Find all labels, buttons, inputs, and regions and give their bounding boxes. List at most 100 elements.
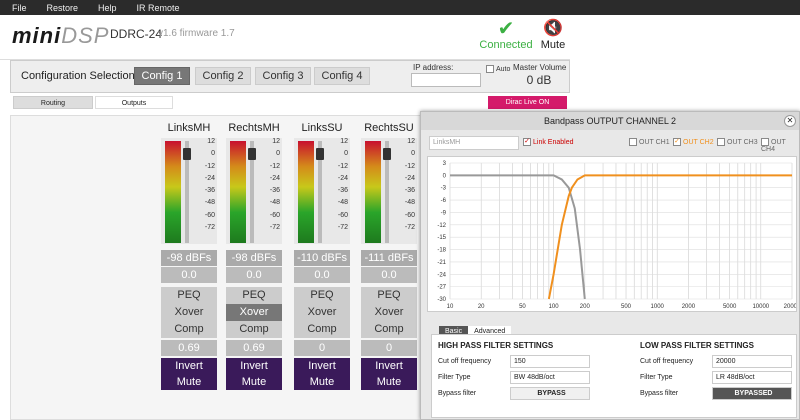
channel-strip: RechtsMH 12 0 -12 -24 -36 -48 -60 -72 -98 dBFs … bbox=[226, 122, 282, 390]
hp-bypass-button[interactable]: BYPASS bbox=[510, 387, 590, 400]
lp-filter-type-select[interactable]: LR 48dB/oct bbox=[712, 371, 792, 384]
gain-slider-handle[interactable] bbox=[248, 148, 256, 160]
xover-button[interactable]: Xover bbox=[161, 304, 217, 321]
filter-settings: HIGH PASS FILTER SETTINGS Cut off freque… bbox=[431, 334, 797, 418]
channel-mute-button[interactable]: Mute bbox=[361, 374, 417, 390]
channel-panel: LinksMH 12 0 -12 -24 -36 -48 -60 -72 -98 dBFs 0… bbox=[10, 115, 430, 420]
link-enabled-checkbox[interactable]: ✓ Link Enabled bbox=[523, 138, 573, 146]
menu-ir-remote[interactable]: IR Remote bbox=[137, 3, 180, 13]
channel-mute-button[interactable]: Mute bbox=[294, 374, 350, 390]
level-meter: 12 0 -12 -24 -36 -48 -60 -72 bbox=[294, 138, 350, 244]
comp-button[interactable]: Comp bbox=[294, 321, 350, 338]
firmware-version: v1.6 firmware 1.7 bbox=[158, 28, 235, 39]
level-meter: 12 0 -12 -24 -36 -48 -60 -72 bbox=[161, 138, 217, 244]
comp-button[interactable]: Comp bbox=[361, 321, 417, 338]
level-meter: 12 0 -12 -24 -36 -48 -60 -72 bbox=[226, 138, 282, 244]
peq-button[interactable]: PEQ bbox=[294, 287, 350, 304]
delay-input[interactable]: 0.69 bbox=[226, 340, 282, 356]
menu-file[interactable]: File bbox=[12, 3, 27, 13]
config-4-button[interactable]: Config 4 bbox=[314, 67, 370, 85]
out-ch1-checkbox[interactable]: OUT CH1 bbox=[629, 138, 670, 146]
channel-mute-button[interactable]: Mute bbox=[161, 374, 217, 390]
y-tick-label: -27 bbox=[437, 285, 446, 291]
master-volume-label: Master Volume bbox=[513, 63, 567, 72]
xover-button[interactable]: Xover bbox=[294, 304, 350, 321]
meter-scale: 12 0 -12 -24 -36 -48 -60 -72 bbox=[204, 138, 215, 232]
check-icon: ✔ bbox=[497, 18, 515, 40]
channel-strip: LinksSU 12 0 -12 -24 -36 -48 -60 -72 -110 dBFs … bbox=[294, 122, 350, 390]
gain-input[interactable]: 0.0 bbox=[161, 267, 217, 283]
hp-filter-type-select[interactable]: BW 48dB/oct bbox=[510, 371, 590, 384]
auto-checkbox[interactable]: Auto bbox=[486, 65, 510, 73]
menu-restore[interactable]: Restore bbox=[47, 3, 79, 13]
x-tick-label: 10000 bbox=[752, 304, 769, 310]
close-icon[interactable]: ✕ bbox=[784, 115, 796, 127]
invert-button[interactable]: Invert bbox=[226, 358, 282, 374]
lp-bypass-button[interactable]: BYPASSED bbox=[712, 387, 792, 400]
x-tick-label: 100 bbox=[549, 304, 560, 310]
hp-cutoff-input[interactable]: 150 bbox=[510, 355, 590, 368]
meter-scale: 12 0 -12 -24 -36 -48 -60 -72 bbox=[404, 138, 415, 232]
gain-input[interactable]: 0.0 bbox=[226, 267, 282, 283]
channel-strip: LinksMH 12 0 -12 -24 -36 -48 -60 -72 -98 dBFs 0… bbox=[161, 122, 217, 390]
master-volume-value[interactable]: 0 dB bbox=[511, 73, 567, 87]
app-header: miniDSP DDRC-24 v1.6 firmware 1.7 ✔ Conn… bbox=[0, 15, 570, 60]
out-ch2-checkbox[interactable]: ✓ OUT CH2 bbox=[673, 138, 714, 146]
config-panel: Configuration Selection: Config 1 Config… bbox=[10, 60, 570, 93]
meter-bar bbox=[298, 141, 314, 243]
x-tick-label: 20 bbox=[478, 304, 485, 310]
gain-slider-handle[interactable] bbox=[316, 148, 324, 160]
ip-label: IP address: bbox=[413, 63, 454, 72]
invert-button[interactable]: Invert bbox=[294, 358, 350, 374]
checkbox-icon bbox=[717, 138, 725, 146]
gain-input[interactable]: 0.0 bbox=[361, 267, 417, 283]
out-ch3-checkbox[interactable]: OUT CH3 bbox=[717, 138, 758, 146]
invert-button[interactable]: Invert bbox=[361, 358, 417, 374]
config-3-button[interactable]: Config 3 bbox=[255, 67, 311, 85]
comp-button[interactable]: Comp bbox=[161, 321, 217, 338]
channel-name: LinksMH bbox=[167, 122, 211, 134]
comp-button[interactable]: Comp bbox=[226, 321, 282, 338]
invert-button[interactable]: Invert bbox=[161, 358, 217, 374]
config-1-button[interactable]: Config 1 bbox=[134, 67, 190, 85]
dirac-live-button[interactable]: Dirac Live ON bbox=[488, 96, 567, 109]
field-label: Filter Type bbox=[438, 374, 471, 381]
peq-button[interactable]: PEQ bbox=[361, 287, 417, 304]
speaker-mute-icon: 🔇 bbox=[543, 20, 563, 37]
xover-button[interactable]: Xover bbox=[226, 304, 282, 321]
y-tick-label: -9 bbox=[441, 210, 447, 216]
xover-button[interactable]: Xover bbox=[361, 304, 417, 321]
tab-outputs[interactable]: Outputs bbox=[95, 96, 173, 109]
peq-button[interactable]: PEQ bbox=[226, 287, 282, 304]
ip-address-input[interactable] bbox=[411, 73, 481, 87]
level-meter: 12 0 -12 -24 -36 -48 -60 -72 bbox=[361, 138, 417, 244]
delay-input[interactable]: 0 bbox=[361, 340, 417, 356]
mute-button[interactable]: 🔇 Mute bbox=[536, 19, 570, 51]
x-tick-label: 200 bbox=[580, 304, 591, 310]
field-label: Bypass filter bbox=[640, 390, 679, 397]
section-title: HIGH PASS FILTER SETTINGS bbox=[438, 341, 554, 350]
delay-input[interactable]: 0.69 bbox=[161, 340, 217, 356]
lp-cutoff-input[interactable]: 20000 bbox=[712, 355, 792, 368]
field-label: Bypass filter bbox=[438, 390, 477, 397]
gain-slider-handle[interactable] bbox=[183, 148, 191, 160]
tab-routing[interactable]: Routing bbox=[13, 96, 93, 109]
dbfs-readout: -98 dBFs bbox=[226, 250, 282, 266]
dbfs-readout: -110 dBFs bbox=[294, 250, 350, 266]
view-tabs: Routing Outputs Dirac Live ON bbox=[10, 96, 570, 110]
channel-mute-button[interactable]: Mute bbox=[226, 374, 282, 390]
out-ch4-checkbox[interactable]: OUT CH4 bbox=[761, 138, 799, 153]
config-2-button[interactable]: Config 2 bbox=[195, 67, 251, 85]
y-tick-label: -15 bbox=[437, 235, 446, 241]
device-name: DDRC-24 bbox=[110, 27, 163, 41]
bandpass-dialog: Bandpass OUTPUT CHANNEL 2 ✕ LinksMH ✓ Lin… bbox=[420, 111, 800, 420]
peq-button[interactable]: PEQ bbox=[161, 287, 217, 304]
meter-scale: 12 0 -12 -24 -36 -48 -60 -72 bbox=[337, 138, 348, 232]
menu-help[interactable]: Help bbox=[98, 3, 117, 13]
channel-name-input[interactable]: LinksMH bbox=[429, 136, 519, 150]
gain-input[interactable]: 0.0 bbox=[294, 267, 350, 283]
dbfs-readout: -111 dBFs bbox=[361, 250, 417, 266]
gain-slider-handle[interactable] bbox=[383, 148, 391, 160]
channel-name: RechtsMH bbox=[228, 122, 280, 134]
delay-input[interactable]: 0 bbox=[294, 340, 350, 356]
